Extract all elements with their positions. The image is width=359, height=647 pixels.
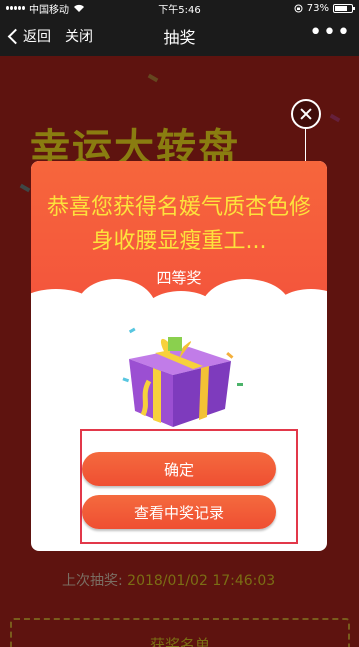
close-page-button[interactable]: 关闭 [65,26,93,46]
close-icon[interactable] [291,99,321,129]
winners-list-header: 获奖名单 [10,618,350,647]
confetti [147,73,159,83]
carrier-label: 中国移动 [29,4,69,16]
more-options-button[interactable]: ••• [309,22,351,44]
orientation-lock-icon [294,4,303,12]
status-bar: 中国移动 下午5:46 73% [0,0,359,16]
prize-name: 恭喜您获得名媛气质杏色修身收腰显瘦重工... [46,195,311,254]
close-connector [305,129,306,161]
dialog-header: 恭喜您获得名媛气质杏色修身收腰显瘦重工... 四等奖 [31,161,327,311]
last-draw: 上次抽奖: 2018/01/02 17:46:03 [62,570,275,590]
battery-percent: 73% [306,2,330,14]
back-label: 返回 [23,29,51,45]
confetti [329,113,341,123]
signal-icon [6,6,25,10]
battery-icon [333,3,356,13]
status-right: 73% [237,2,356,14]
gift-box-icon [122,327,243,427]
confetti [19,183,31,193]
last-draw-label: 上次抽奖: [62,573,123,589]
prize-dialog: 恭喜您获得名媛气质杏色修身收腰显瘦重工... 四等奖 确定 查看中奖记录 [31,161,327,551]
last-draw-time: 2018/01/02 17:46:03 [127,573,276,589]
nav-bar: 返回 关闭 抽奖 ••• [0,16,359,56]
nav-left: 返回 关闭 [6,26,93,46]
prize-level: 四等奖 [156,269,202,287]
confirm-button[interactable]: 确定 [82,452,276,486]
back-button[interactable]: 返回 [6,26,51,46]
status-left: 中国移动 [6,1,122,16]
status-time: 下午5:46 [158,4,201,16]
view-record-button[interactable]: 查看中奖记录 [82,495,276,529]
wifi-icon [74,4,84,12]
chevron-left-icon [7,28,24,44]
